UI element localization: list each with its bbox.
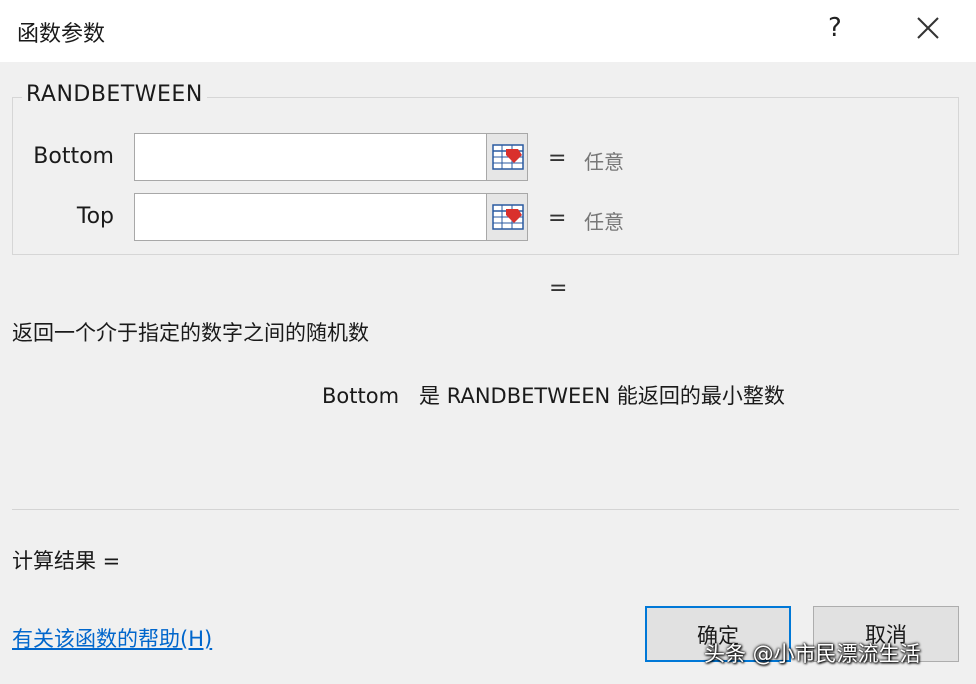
top-input[interactable] xyxy=(134,193,486,241)
arg-label-top: Top xyxy=(76,204,114,229)
watermark: 头条 @小市民漂流生活 xyxy=(704,642,921,666)
top-range-selector-button[interactable] xyxy=(486,193,528,241)
bottom-equals: = xyxy=(548,146,567,171)
function-result-equals: = xyxy=(549,276,568,301)
range-selector-icon xyxy=(492,144,524,170)
dialog-title: 函数参数 xyxy=(17,22,106,47)
close-icon[interactable] xyxy=(913,13,943,43)
function-help-link[interactable]: 有关该函数的帮助(H) xyxy=(12,623,212,653)
help-icon[interactable]: ? xyxy=(828,13,842,43)
top-equals: = xyxy=(548,206,567,231)
top-value-preview: 任意 xyxy=(584,210,624,234)
bottom-value-preview: 任意 xyxy=(584,150,624,174)
divider xyxy=(12,509,959,510)
calculation-result: 计算结果 = xyxy=(12,549,121,573)
function-name: RANDBETWEEN xyxy=(22,82,207,107)
arg-label-bottom: Bottom xyxy=(33,144,114,169)
bottom-range-selector-button[interactable] xyxy=(486,133,528,181)
title-bar: 函数参数 ? xyxy=(0,0,976,62)
range-selector-icon xyxy=(492,204,524,230)
function-description: 返回一个介于指定的数字之间的随机数 xyxy=(12,321,369,345)
parameter-description: Bottom 是 RANDBETWEEN 能返回的最小整数 xyxy=(322,384,785,408)
bottom-input[interactable] xyxy=(134,133,486,181)
